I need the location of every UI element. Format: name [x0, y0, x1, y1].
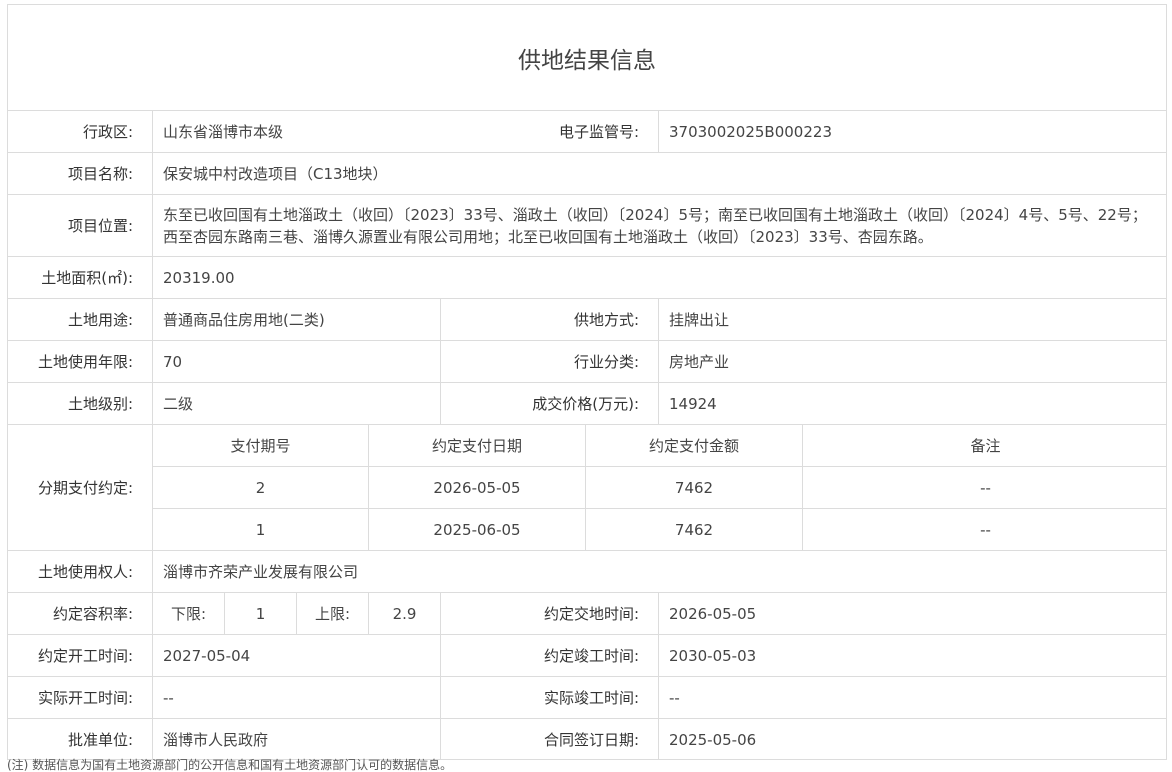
value-land-grade: 二级 [152, 382, 440, 424]
page-title: 供地结果信息 [518, 47, 656, 74]
value-use-years: 70 [152, 340, 440, 382]
plot-ratio-upper-label: 上限: [296, 592, 368, 634]
value-project-name: 保安城中村改造项目（C13地块） [152, 152, 1166, 194]
plot-ratio-upper-value: 2.9 [368, 592, 440, 634]
label-land-user: 土地使用权人: [8, 550, 152, 592]
installment-date: 2026-05-05 [368, 466, 585, 508]
plot-ratio-lower-label: 下限: [152, 592, 224, 634]
plot-ratio-lower-value: 1 [224, 592, 296, 634]
label-plot-ratio: 约定容积率: [8, 592, 152, 634]
installment-note: -- [802, 466, 1166, 508]
label-district: 行政区: [8, 110, 152, 152]
value-deal-price: 14924 [658, 382, 1166, 424]
value-supply-method: 挂牌出让 [658, 298, 1166, 340]
label-finish-time-agreed: 约定竣工时间: [440, 634, 658, 676]
label-start-time-agreed: 约定开工时间: [8, 634, 152, 676]
label-approval-unit: 批准单位: [8, 718, 152, 759]
installment-amount: 7462 [585, 466, 802, 508]
installment-period: 2 [152, 466, 368, 508]
label-land-grade: 土地级别: [8, 382, 152, 424]
installments-header-amount: 约定支付金额 [585, 424, 802, 466]
label-supply-method: 供地方式: [440, 298, 658, 340]
label-contract-date: 合同签订日期: [440, 718, 658, 759]
label-project-location: 项目位置: [8, 194, 152, 256]
value-delivery-time: 2026-05-05 [658, 592, 1166, 634]
label-project-name: 项目名称: [8, 152, 152, 194]
value-finish-time-agreed: 2030-05-03 [658, 634, 1166, 676]
value-industry: 房地产业 [658, 340, 1166, 382]
value-contract-date: 2025-05-06 [658, 718, 1166, 759]
value-land-user: 淄博市齐荣产业发展有限公司 [152, 550, 1166, 592]
value-approval-unit: 淄博市人民政府 [152, 718, 440, 759]
value-start-time-actual: -- [152, 676, 440, 718]
label-delivery-time: 约定交地时间: [440, 592, 658, 634]
label-installments: 分期支付约定: [8, 424, 152, 550]
label-start-time-actual: 实际开工时间: [8, 676, 152, 718]
installment-period: 1 [152, 508, 368, 550]
label-land-use: 土地用途: [8, 298, 152, 340]
installments-header-date: 约定支付日期 [368, 424, 585, 466]
value-land-use: 普通商品住房用地(二类) [152, 298, 440, 340]
label-deal-price: 成交价格(万元): [440, 382, 658, 424]
value-start-time-agreed: 2027-05-04 [152, 634, 440, 676]
value-district: 山东省淄博市本级 [152, 110, 440, 152]
label-use-years: 土地使用年限: [8, 340, 152, 382]
installments-header-note: 备注 [802, 424, 1166, 466]
installment-note: -- [802, 508, 1166, 550]
installment-date: 2025-06-05 [368, 508, 585, 550]
value-finish-time-actual: -- [658, 676, 1166, 718]
installment-amount: 7462 [585, 508, 802, 550]
installments-header-period: 支付期号 [152, 424, 368, 466]
land-supply-result-table: 供地结果信息 行政区: 山东省淄博市本级 电子监管号: 3703002025B0… [7, 4, 1167, 760]
value-supervision-no: 3703002025B000223 [658, 110, 1166, 152]
value-land-area: 20319.00 [152, 256, 1166, 298]
value-project-location: 东至已收回国有土地淄政土（收回）〔2023〕33号、淄政土（收回）〔2024〕5… [152, 194, 1166, 256]
footnote: (注) 数据信息为国有土地资源部门的公开信息和国有土地资源部门认可的数据信息。 [7, 758, 453, 772]
label-industry: 行业分类: [440, 340, 658, 382]
label-finish-time-actual: 实际竣工时间: [440, 676, 658, 718]
label-land-area: 土地面积(㎡): [8, 256, 152, 298]
label-supervision-no: 电子监管号: [440, 110, 658, 152]
